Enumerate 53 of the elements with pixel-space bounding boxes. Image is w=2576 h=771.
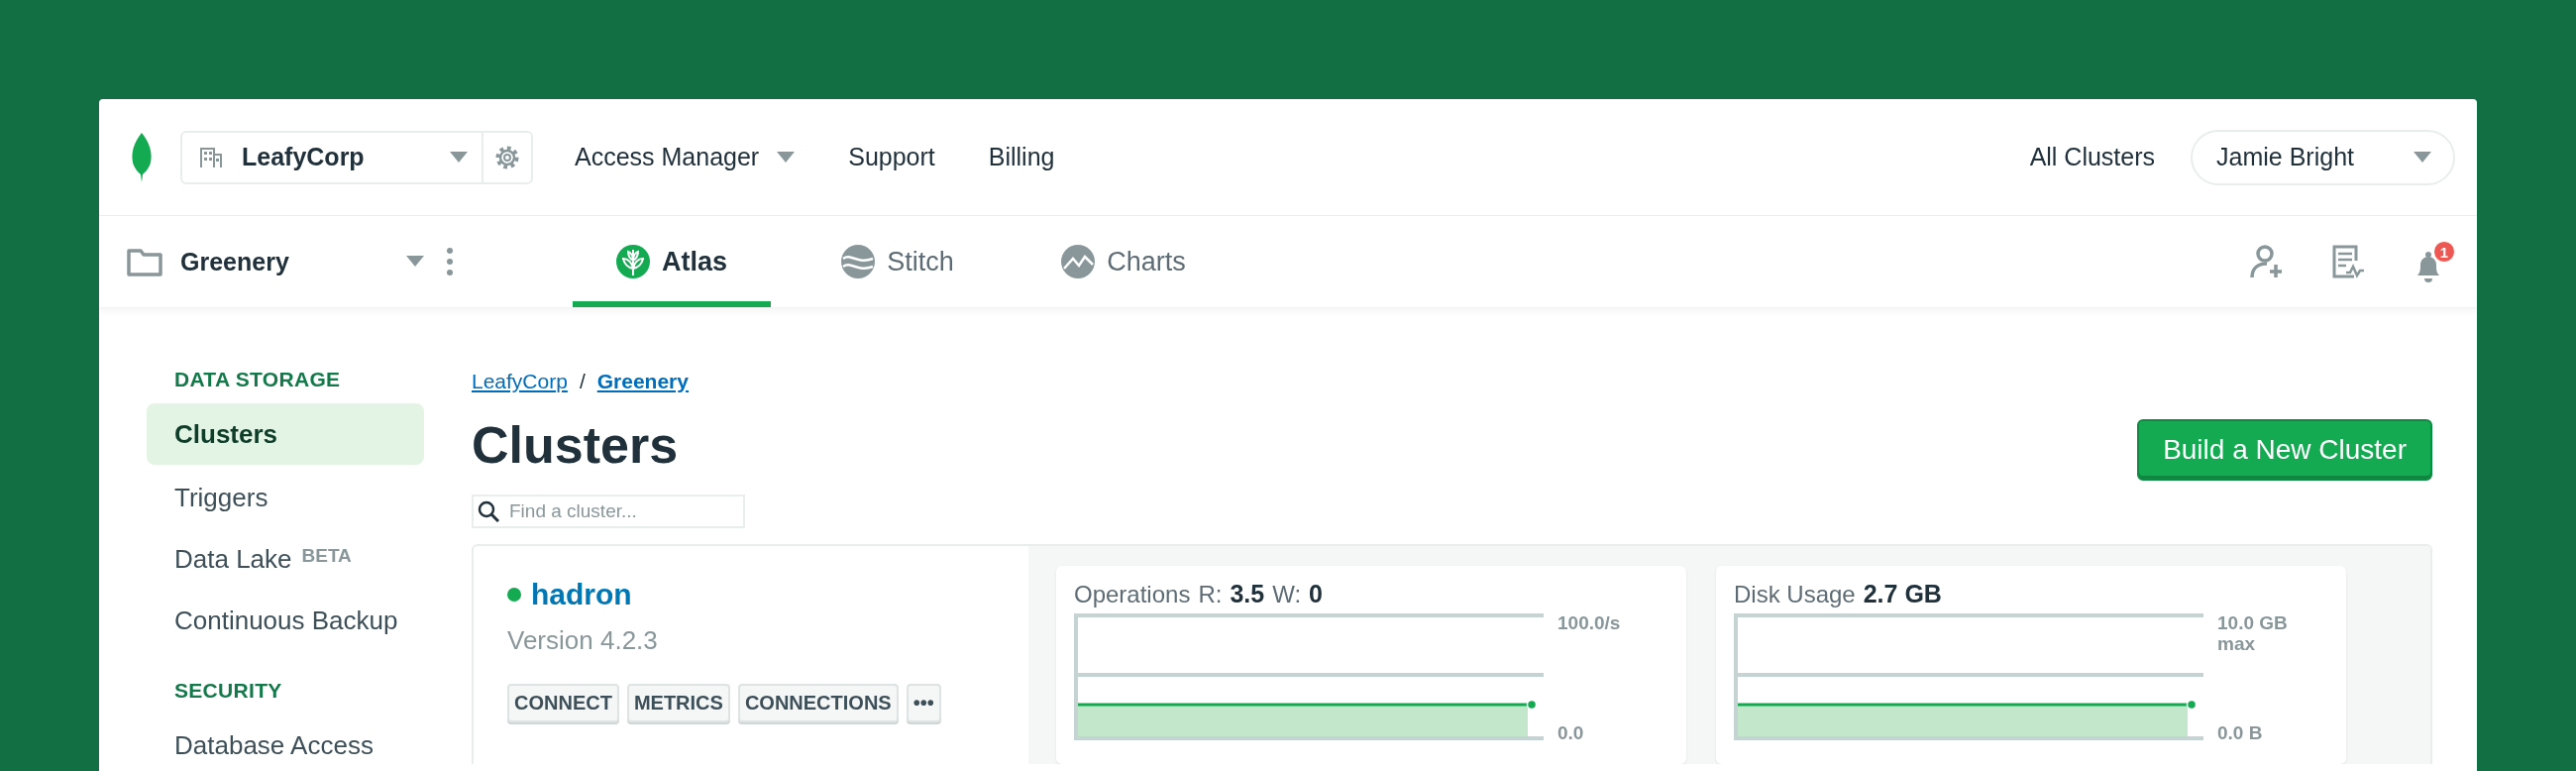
cluster-version: Version 4.2.3: [507, 625, 659, 656]
project-selector[interactable]: Greenery: [127, 216, 424, 307]
page-title: Clusters: [472, 415, 679, 475]
cluster-name-link[interactable]: hadron: [531, 578, 632, 611]
sidebar-item[interactable]: Data Lake BETA: [147, 528, 424, 590]
reads-label: R:: [1198, 581, 1223, 608]
breadcrumb-separator: /: [579, 370, 586, 393]
cluster-action-button[interactable]: CONNECTIONS: [737, 684, 899, 722]
user-menu[interactable]: Jamie Bright: [2191, 129, 2455, 185]
invite-user-button[interactable]: [2249, 245, 2283, 278]
axis-max-label: 100.0/s: [1557, 613, 1621, 634]
sidebar-item[interactable]: Triggers: [147, 467, 424, 528]
metric-title: Disk Usage: [1734, 581, 1856, 608]
nav-link[interactable]: Access Manager: [563, 137, 807, 177]
add-user-icon: [2249, 245, 2283, 278]
sidebar-heading: SECURITY: [173, 679, 283, 703]
sprout-icon: [616, 245, 650, 278]
writes-value: 0: [1309, 580, 1323, 608]
disk-usage-value: 2.7 GB: [1863, 580, 1942, 608]
writes-label: W:: [1272, 581, 1302, 608]
activity-feed-button[interactable]: [2332, 245, 2364, 278]
beta-label: BETA: [301, 545, 352, 567]
sidebar-item[interactable]: Clusters: [147, 403, 424, 465]
chart-circle-icon: [1061, 245, 1096, 278]
product-tab[interactable]: Atlas: [573, 216, 771, 307]
reads-value: 3.5: [1230, 580, 1265, 608]
sidebar-item[interactable]: Database Access: [147, 715, 424, 771]
product-tab[interactable]: Stitch: [799, 216, 997, 307]
axis-min-label: 0.0 B: [2217, 723, 2264, 744]
axis-max-label: 10.0 GB: [2217, 613, 2288, 634]
caret-icon: [2414, 151, 2431, 164]
axis-max-note: max: [2217, 633, 2257, 655]
vertical-dots-icon: [446, 247, 454, 276]
sidebar-item[interactable]: Continuous Backup: [147, 590, 424, 651]
metric-title: Operations: [1074, 581, 1191, 608]
search-field[interactable]: Find a cluster...: [472, 495, 745, 528]
axis-min-label: 0.0: [1557, 723, 1585, 744]
activity-document-icon: [2332, 245, 2364, 278]
cluster-action-button[interactable]: METRICS: [626, 684, 730, 722]
caret-icon: [406, 256, 424, 268]
breadcrumb-link[interactable]: Greenery: [596, 370, 689, 393]
cluster-action-button[interactable]: •••: [906, 684, 941, 722]
sidebar-heading: DATA STORAGE: [173, 368, 342, 391]
more-options-button[interactable]: [446, 247, 454, 276]
all-clusters-link[interactable]: All Clusters: [2029, 143, 2156, 171]
product-tab[interactable]: Charts: [1024, 216, 1223, 307]
nav-link[interactable]: Support: [836, 137, 947, 177]
folder-icon: [127, 247, 162, 276]
wave-circle-icon: [841, 245, 876, 278]
nav-link[interactable]: Billing: [976, 137, 1067, 177]
notification-count: 1: [2433, 241, 2455, 263]
cluster-action-button[interactable]: CONNECT: [507, 684, 619, 722]
breadcrumb-link[interactable]: LeafyCorp: [472, 370, 568, 393]
